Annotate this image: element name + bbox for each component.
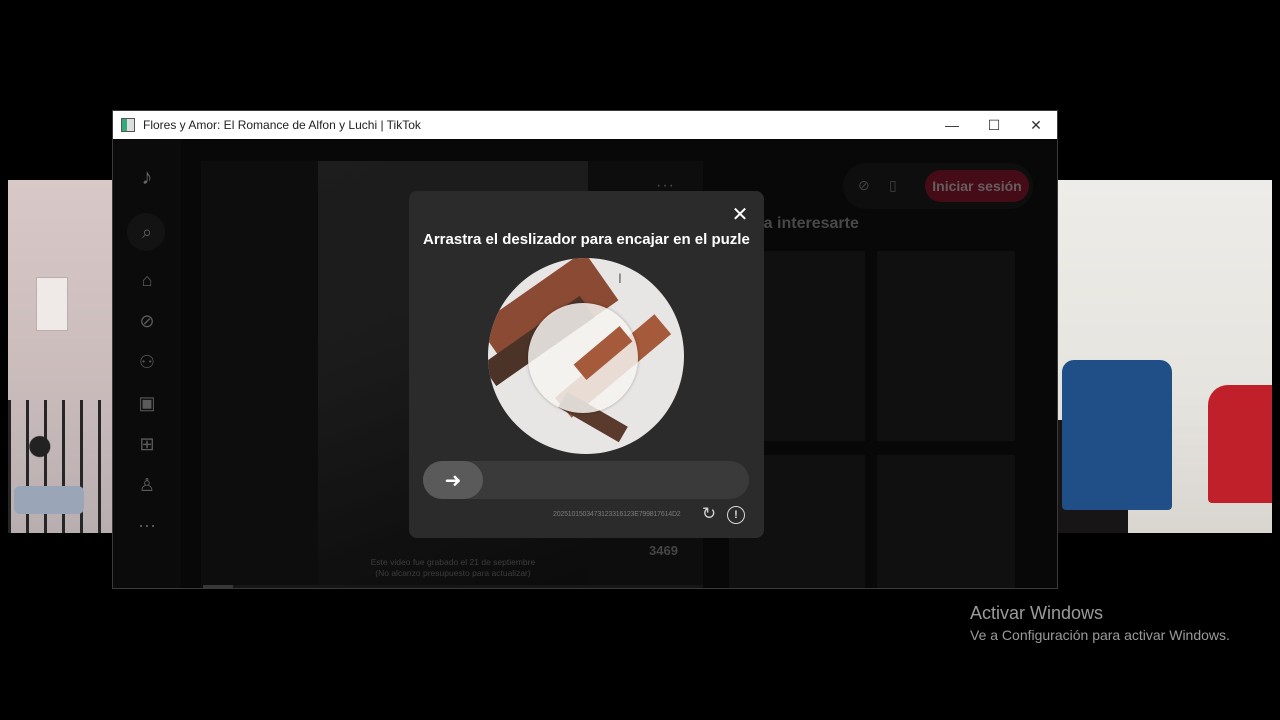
puzzle-image: [488, 258, 684, 454]
close-window-button[interactable]: ✕: [1015, 111, 1057, 139]
window-title: Flores y Amor: El Romance de Alfon y Luc…: [143, 118, 421, 132]
arrow-right-icon: ➜: [444, 469, 462, 492]
minimize-button[interactable]: —: [931, 111, 973, 139]
activation-subtitle: Ve a Configuración para activar Windows.: [970, 627, 1230, 643]
windows-activation-watermark: Activar Windows Ve a Configuración para …: [970, 603, 1230, 643]
close-icon[interactable]: ✕: [730, 205, 750, 225]
text-cursor-icon: I: [618, 270, 622, 286]
slider-handle[interactable]: ➜: [423, 461, 483, 499]
light-switch: [36, 277, 68, 331]
window-titlebar: Flores y Amor: El Romance de Alfon y Luc…: [113, 111, 1057, 139]
slider-track[interactable]: ➜: [423, 461, 749, 499]
info-icon[interactable]: !: [727, 506, 745, 524]
background-photo-right: [1058, 180, 1272, 533]
captcha-id: 2025101503473123316123E799817614D2: [553, 511, 681, 518]
puzzle-piece: [528, 303, 638, 413]
tiktok-page: ♪ ⌕ ⌂ ⊘ ⚇ ▣ ⊞ ♙ ⋯ Este video fue grabado…: [113, 139, 1057, 588]
browser-window: Flores y Amor: El Romance de Alfon y Luc…: [112, 110, 1058, 589]
pillow: [14, 486, 84, 514]
app-icon: [121, 118, 135, 132]
activation-title: Activar Windows: [970, 603, 1104, 623]
background-photo-left: [8, 180, 114, 533]
blue-chair: [1062, 360, 1172, 510]
captcha-title: Arrastra el deslizador para encajar en e…: [423, 231, 750, 248]
refresh-icon[interactable]: ↻: [700, 505, 718, 523]
captcha-modal: ✕ Arrastra el deslizador para encajar en…: [409, 191, 764, 538]
red-chair: [1208, 385, 1272, 503]
maximize-button[interactable]: ☐: [973, 111, 1015, 139]
